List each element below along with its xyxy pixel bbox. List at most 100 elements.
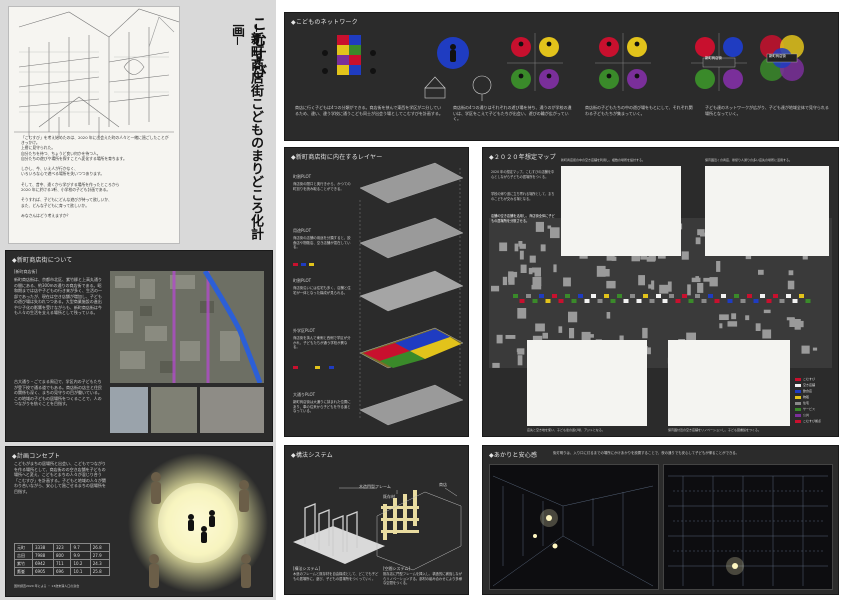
shop-marker (552, 294, 557, 298)
map-block (695, 237, 701, 245)
structure-caption-1-text: 木造のフレームと既存材を自由構成として、どこでも子どもの居場所に。遊び、子どもの… (293, 572, 379, 581)
legend-swatch (795, 395, 801, 399)
map-block (505, 335, 516, 339)
shinmachi-body2: 古大通り・ごてまる周辺で、学区内の子どもたちが登下校で通る道でもある。商店街の店… (14, 379, 102, 406)
map-block (695, 276, 699, 281)
legend-label: 飲食店 (803, 389, 813, 393)
map-note-2: 保育園近くの商店、塾帰り人通りの多い店先の場所に活用する。 (705, 158, 793, 162)
map-legend: こむすび 空き店舗 飲食店 物販 住宅 サービス 公共 こむすび拠点 (795, 376, 835, 424)
map-block (491, 285, 500, 292)
structure-label-shop: 商店 (439, 482, 447, 487)
photo-3 (200, 387, 264, 433)
shop-marker (799, 294, 804, 298)
aerial-photo (110, 271, 264, 383)
legend-label: 物販 (803, 395, 810, 399)
map-block (648, 284, 654, 289)
shop-marker (688, 299, 694, 303)
shop-marker (805, 299, 811, 303)
sketch-bottom-left (527, 340, 647, 426)
map-block (550, 227, 560, 239)
legend-swatch (795, 389, 801, 393)
aerial-map-graphic (115, 271, 263, 383)
panel-shinmachi: ◆新町商店街について [新町商店街] 新町商店街は、京都市北区、紫竹柳と上高丸通… (5, 250, 273, 442)
layer-stack (293, 162, 464, 426)
map-block (517, 308, 527, 319)
map-block (508, 271, 514, 283)
map-block (758, 269, 764, 275)
shop-marker (753, 299, 759, 303)
network-label-1: 新町商店街 (705, 56, 722, 60)
shop-marker (630, 294, 635, 298)
map-block (519, 250, 524, 260)
network-caption-1: 商店に行く子どもは4つの分類ができる。商店街を挟んで東西を学区が二分しているため… (295, 105, 443, 116)
shop-marker (591, 294, 596, 298)
shop-marker (578, 294, 583, 298)
panel-layers: ◆新町商店街に内在するレイヤー 町割PLOT 商店街の間口と奥行きから、かつての… (284, 147, 469, 437)
map-block (563, 277, 571, 287)
map-block (518, 241, 523, 247)
map-block (787, 280, 795, 290)
shop-marker (656, 294, 661, 298)
sketch-top-right (705, 166, 829, 256)
shop-marker (760, 294, 765, 298)
vertical-title: こむすび ─新町商店街こどものまりどころ化計画─ (225, 16, 268, 246)
map-block (606, 312, 611, 319)
map-block (755, 323, 761, 331)
section-title-shinmachi: ◆新町商店街について (12, 257, 73, 264)
map-block (502, 276, 508, 286)
map-block (528, 267, 533, 275)
shop-marker (519, 299, 525, 303)
legend-label: 住宅 (803, 401, 810, 405)
shop-marker (773, 294, 778, 298)
shop-marker (740, 299, 746, 303)
map-block (703, 277, 713, 282)
shop-marker (513, 294, 518, 298)
intro-sketch: 「こむすび」を考え始めたのは、2020 年に出会えた町の人々と一緒に過ごしたこと… (8, 6, 180, 244)
map-block (606, 280, 616, 289)
shop-marker (708, 294, 713, 298)
sketch-bottom-right (668, 340, 790, 426)
map-block (611, 256, 617, 261)
shop-marker (636, 299, 642, 303)
shop-marker (610, 299, 616, 303)
map-block (659, 284, 669, 294)
map-block (532, 277, 542, 286)
map-block (535, 323, 545, 332)
map-block (697, 229, 705, 236)
map-note-1: 新町商店街の中の空き店舗を利用し、複数の場所を設計する。 (561, 158, 646, 162)
shop-marker (558, 299, 564, 303)
panel-structure: ◆構法システム 木造門型フレーム 既存材 商店 [構法システム] 木造のフレーム… (284, 445, 469, 595)
shop-marker (649, 299, 655, 303)
map-block (731, 313, 737, 320)
legend-label: こむすび拠点 (803, 419, 822, 423)
map-note-7: 保育園付近の空き店舗をリノベーションし、子ども図書館をつくる。 (668, 428, 761, 432)
shop-marker (571, 299, 577, 303)
shop-marker (786, 294, 791, 298)
shop-marker (662, 299, 668, 303)
map-block (763, 309, 771, 314)
map-block (646, 256, 656, 262)
map-block (540, 244, 546, 252)
structure-label-frame: 木造門型フレーム (359, 484, 391, 489)
structure-caption-1-title: [構法システム] (293, 566, 321, 571)
map-block (716, 261, 721, 272)
map-block (745, 315, 750, 321)
legend-label: 空き店舗 (803, 383, 816, 387)
photo-1 (110, 387, 148, 433)
legend-item: こむすび拠点 (795, 418, 835, 424)
map-block (492, 362, 500, 368)
map-block (788, 270, 794, 276)
shop-marker (643, 294, 648, 298)
network-caption-2: 商店街の4つの通りはそれぞれの遊び場を持ち、通うのが学校の違いは、学区をこえて子… (453, 105, 572, 121)
map-block (534, 267, 541, 277)
shop-marker (734, 294, 739, 298)
shop-marker (584, 299, 590, 303)
network-caption-4: 子ども達のネットワークが広がり、子ども達が地域全体で見守られる場所となっていく。 (705, 105, 829, 116)
map-block (794, 320, 804, 328)
shop-marker (792, 299, 798, 303)
shop-marker (623, 299, 629, 303)
map-block (687, 284, 691, 296)
map-note-3: 2020 年の想定マップ。こむすびの店舗を中心としながら子どもの居場所をつくる。 (491, 170, 555, 179)
legend-swatch (795, 407, 801, 411)
shop-marker (779, 299, 785, 303)
